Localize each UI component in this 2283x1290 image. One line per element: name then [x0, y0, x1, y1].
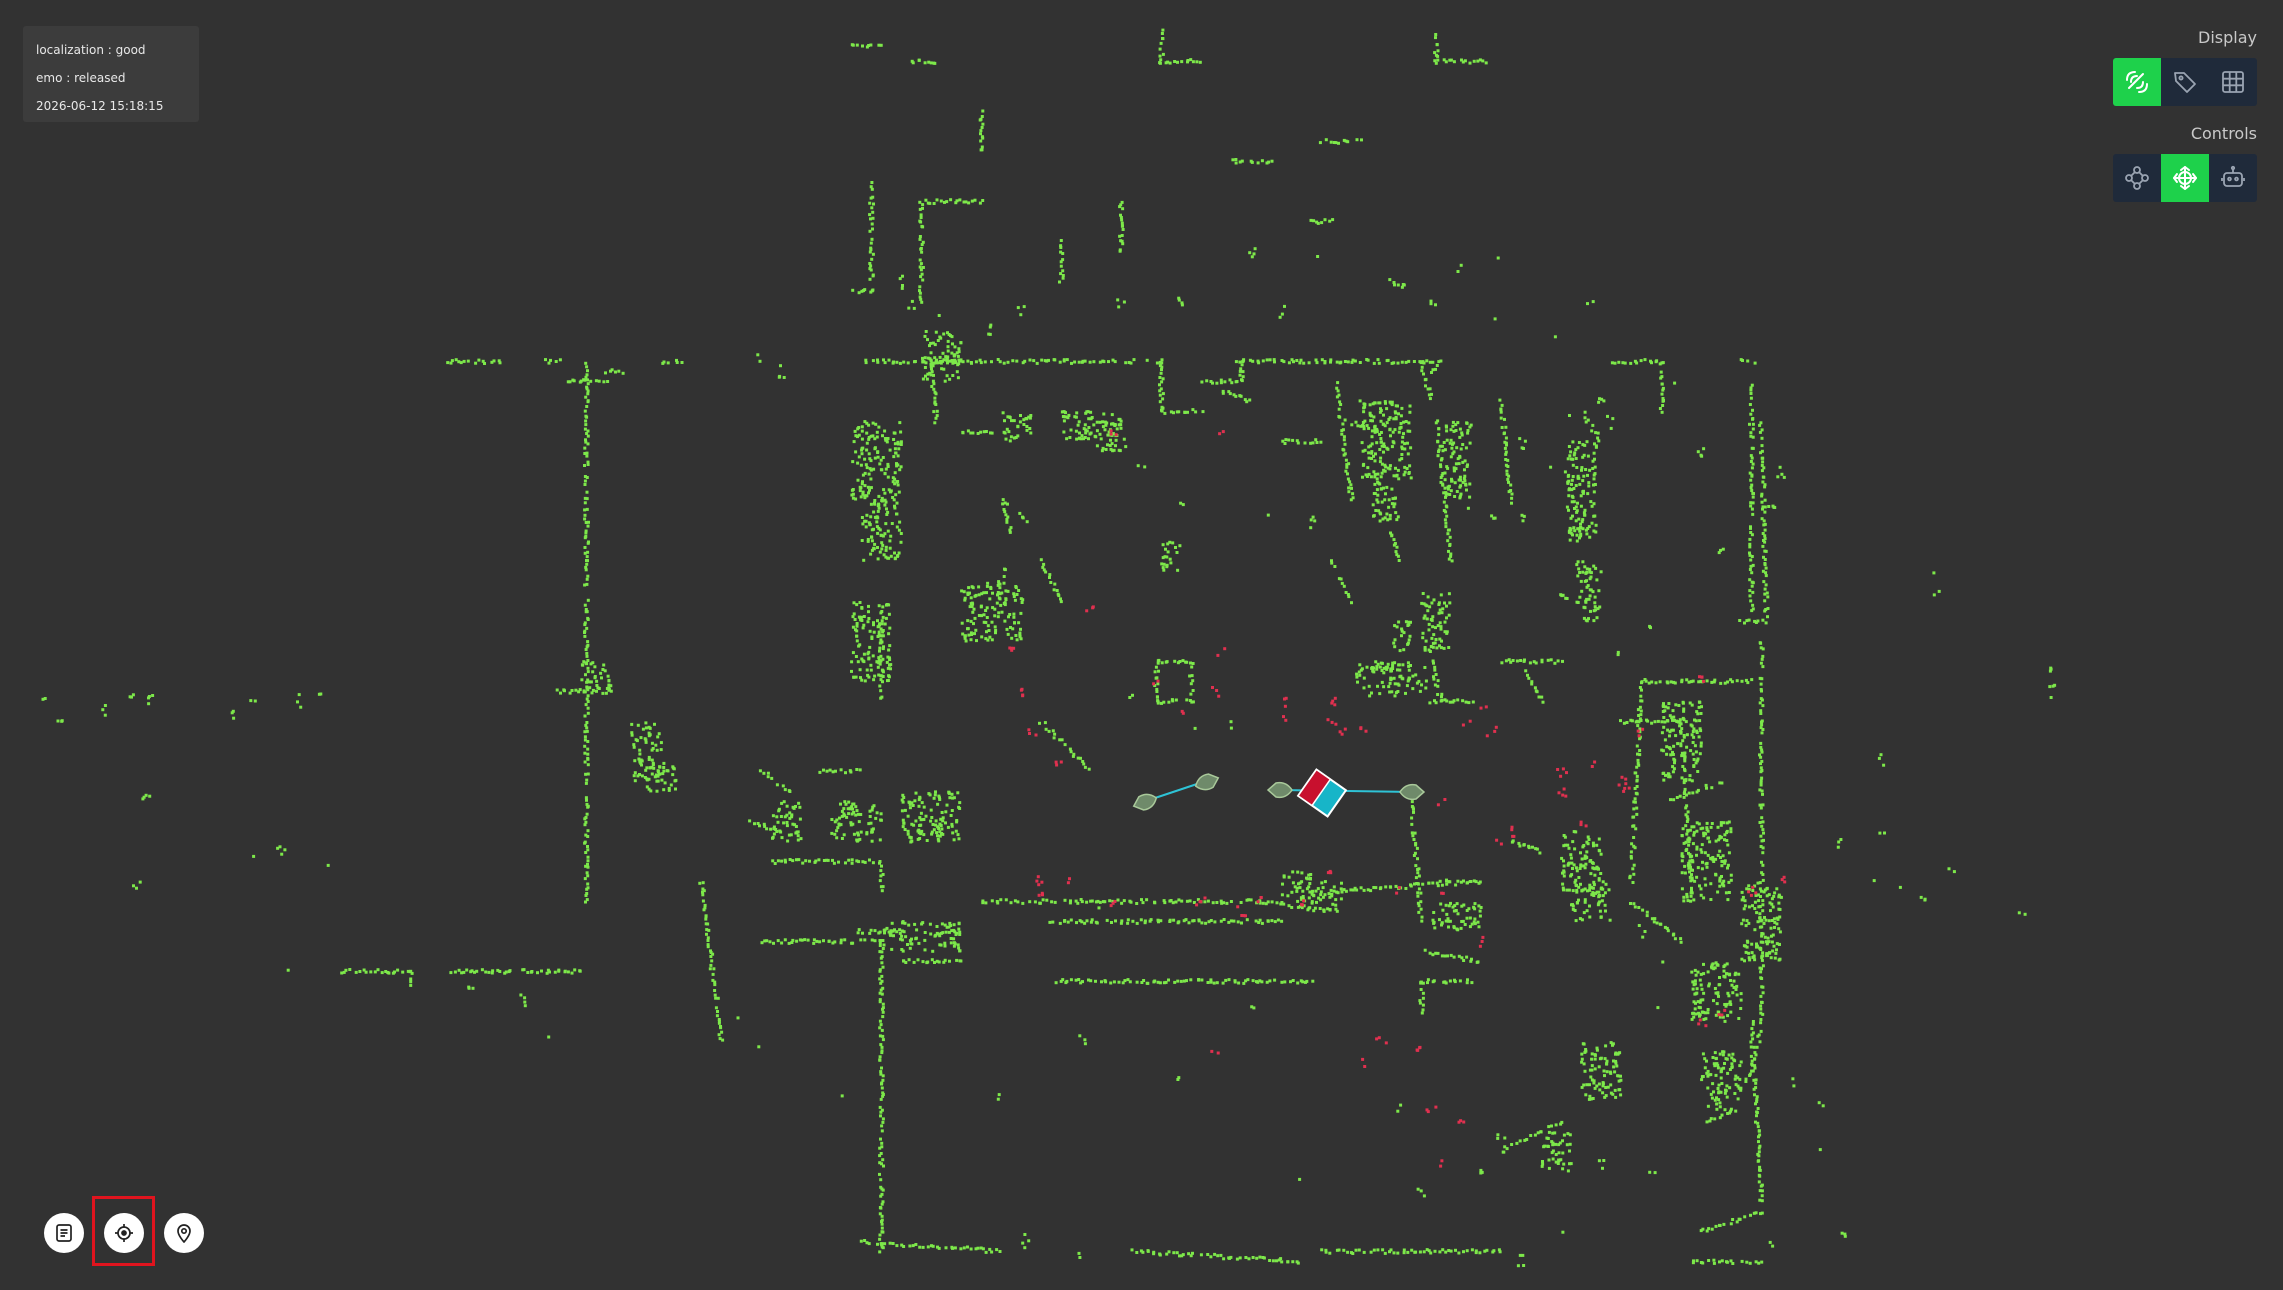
status-panel: localization : good emo : released 2026-…: [23, 26, 199, 122]
robot-marker[interactable]: [1296, 768, 1348, 818]
move-button[interactable]: [2161, 154, 2209, 202]
controls-title: Controls: [2190, 124, 2257, 143]
map-viewport[interactable]: localization : good emo : released 2026-…: [0, 0, 2283, 1290]
map-pin-button[interactable]: [164, 1213, 204, 1253]
laser-scan-button[interactable]: [2113, 58, 2161, 106]
map-canvas[interactable]: [0, 0, 2283, 1290]
waypoints-button[interactable]: [2113, 154, 2161, 202]
move-arrows-icon: [2173, 166, 2197, 190]
robot-icon: [2221, 165, 2245, 187]
waypoint-marker[interactable]: [1399, 783, 1426, 801]
display-title: Display: [2198, 28, 2257, 47]
waypoint-marker[interactable]: [1266, 781, 1293, 799]
map-pin-icon: [177, 1224, 191, 1243]
waypoints-icon: [2125, 166, 2149, 190]
locate-button[interactable]: [104, 1213, 144, 1253]
emo-status: emo : released: [36, 71, 126, 85]
tag-button[interactable]: [2161, 58, 2209, 106]
list-icon: [56, 1224, 72, 1242]
timestamp: 2026-06-12 15:18:15: [36, 99, 164, 113]
grid-icon: [2222, 71, 2244, 93]
locate-target-icon: [115, 1224, 133, 1242]
controls-button-group: [2113, 154, 2257, 202]
robot-button[interactable]: [2209, 154, 2257, 202]
list-button[interactable]: [44, 1213, 84, 1253]
laser-scan-icon: [2126, 71, 2148, 93]
display-button-group: [2113, 58, 2257, 106]
localization-status: localization : good: [36, 43, 146, 57]
robot-path-overlay: [1131, 768, 1426, 818]
waypoint-marker[interactable]: [1131, 791, 1159, 813]
tag-icon: [2174, 72, 2196, 93]
waypoint-marker[interactable]: [1193, 771, 1221, 793]
grid-button[interactable]: [2209, 58, 2257, 106]
